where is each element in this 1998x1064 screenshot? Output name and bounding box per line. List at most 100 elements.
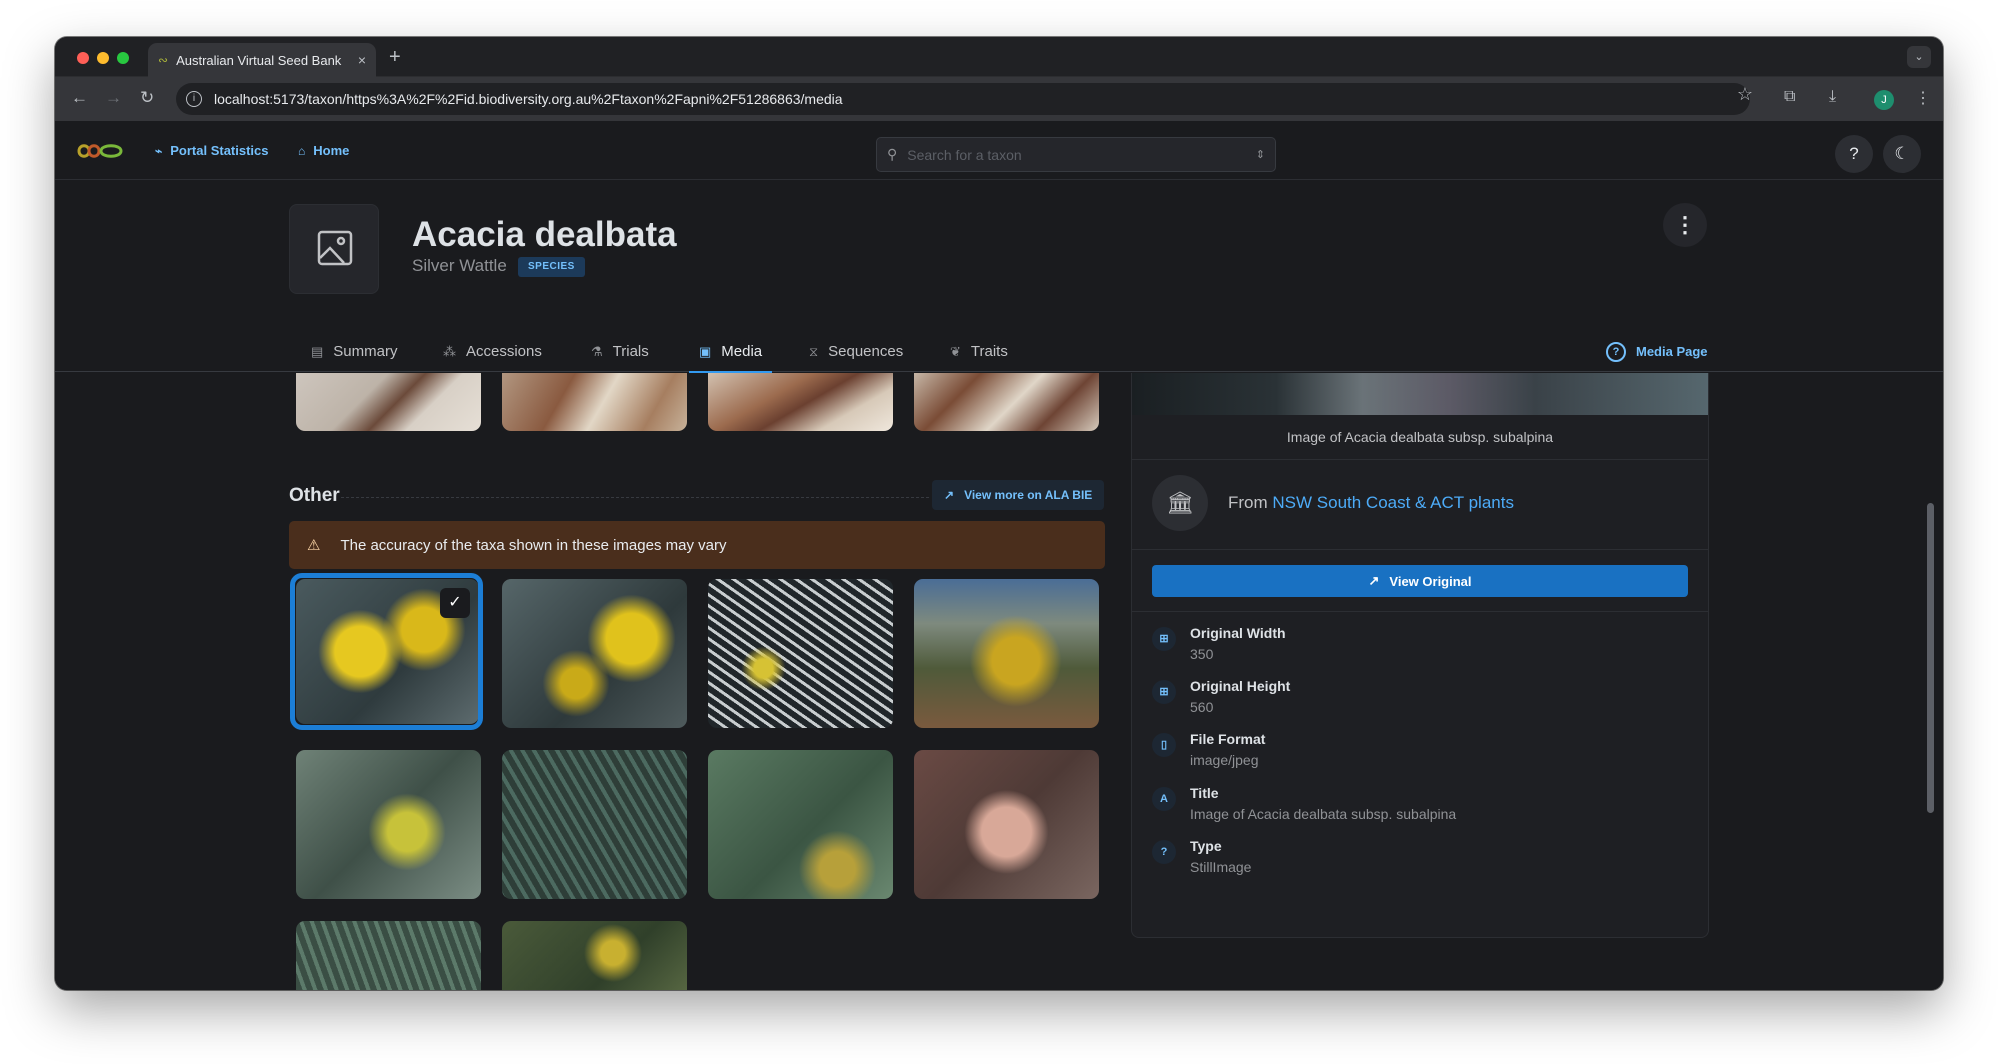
help-button[interactable]: ?: [1835, 135, 1873, 173]
minimize-window-button[interactable]: [97, 52, 109, 64]
extensions-icon[interactable]: ⧉: [1784, 88, 1795, 106]
browser-tab-title: Australian Virtual Seed Bank: [176, 52, 342, 68]
portal-statistics-label: Portal Statistics: [170, 143, 269, 158]
tab-traits-label: Traits: [970, 343, 1008, 360]
bookmark-star-icon[interactable]: ☆: [1737, 84, 1753, 105]
image-placeholder-icon: [317, 230, 353, 266]
media-thumbnail[interactable]: [296, 373, 481, 431]
media-thumbnail[interactable]: [296, 750, 481, 899]
app-header: ⌁ Portal Statistics ⌂ Home ⚲ Search for …: [55, 123, 1943, 180]
media-thumbnail[interactable]: [914, 750, 1099, 899]
media-thumbnail[interactable]: [502, 921, 687, 990]
maximize-window-button[interactable]: [117, 52, 129, 64]
taxon-search-input[interactable]: ⚲ Search for a taxon ⇕: [876, 137, 1276, 172]
forward-icon[interactable]: →: [105, 88, 122, 108]
browser-window: ∾ Australian Virtual Seed Bank × + ⌄ ← →…: [55, 37, 1943, 990]
panel-divider: [1132, 611, 1708, 612]
taxon-name: Acacia dealbata: [412, 215, 677, 254]
summary-icon: ▤: [311, 343, 324, 359]
rank-badge: SPECIES: [518, 257, 585, 277]
view-original-button[interactable]: ↗ View Original: [1152, 565, 1688, 597]
media-source: 🏛 From NSW South Coast & ACT plants: [1132, 460, 1708, 550]
property-value: Image of Acacia dealbata subsp. subalpin…: [1190, 806, 1457, 822]
traits-icon: ❦: [950, 343, 961, 359]
tab-media[interactable]: ▣ Media: [689, 331, 773, 373]
media-thumbnail[interactable]: [914, 373, 1099, 431]
tab-accessions-label: Accessions: [466, 343, 542, 360]
section-divider: [341, 497, 929, 498]
app-root: ⌁ Portal Statistics ⌂ Home ⚲ Search for …: [55, 123, 1943, 990]
home-link[interactable]: ⌂ Home: [298, 143, 349, 158]
new-tab-button[interactable]: +: [389, 46, 401, 69]
close-window-button[interactable]: [77, 52, 89, 64]
tab-sequences[interactable]: ⧖ Sequences: [799, 331, 913, 372]
view-original-label: View Original: [1389, 573, 1472, 589]
search-icon: ⚲: [887, 146, 898, 162]
tab-traits[interactable]: ❦ Traits: [940, 331, 1018, 372]
media-page-label: Media Page: [1636, 344, 1708, 359]
address-bar-row: ← → ↻ i localhost:5173/taxon/https%3A%2F…: [55, 77, 1943, 122]
property-label: Original Width: [1190, 625, 1286, 641]
taxon-tabs: ▤ Summary ⁂ Accessions ⚗ Trials ▣ Media …: [55, 331, 1943, 373]
media-content: Other ↗ View more on ALA BIE ⚠ The accur…: [55, 373, 1943, 990]
trials-icon: ⚗: [591, 343, 603, 359]
media-thumbnail[interactable]: [708, 750, 893, 899]
browser-tab[interactable]: ∾ Australian Virtual Seed Bank ×: [148, 43, 376, 77]
accessions-icon: ⁂: [443, 343, 456, 359]
tab-search-icon[interactable]: ⌄: [1907, 46, 1931, 68]
media-thumbnail[interactable]: [502, 750, 687, 899]
question-icon: ?: [1152, 840, 1176, 864]
taxon-common-name: Silver Wattle: [412, 256, 507, 275]
title-icon: A: [1152, 787, 1176, 811]
portal-statistics-link[interactable]: ⌁ Portal Statistics: [155, 143, 269, 158]
tab-trials-label: Trials: [612, 343, 649, 360]
reload-icon[interactable]: ↻: [140, 88, 154, 108]
dimension-icon: ⊞: [1152, 680, 1176, 704]
media-thumbnail[interactable]: [708, 579, 893, 728]
accuracy-warning: ⚠ The accuracy of the taxa shown in thes…: [289, 521, 1105, 569]
tab-close-icon[interactable]: ×: [358, 52, 366, 68]
tab-trials[interactable]: ⚗ Trials: [581, 331, 659, 372]
address-bar[interactable]: i localhost:5173/taxon/https%3A%2F%2Fid.…: [176, 83, 1750, 115]
media-caption: Image of Acacia dealbata subsp. subalpin…: [1132, 415, 1708, 460]
dimension-icon: ⊞: [1152, 627, 1176, 651]
view-more-ala-button[interactable]: ↗ View more on ALA BIE: [932, 480, 1105, 510]
question-circle-icon: ?: [1606, 341, 1626, 362]
page-scrollbar[interactable]: [1927, 503, 1934, 813]
app-logo-icon[interactable]: [77, 141, 123, 161]
chart-icon: ⌁: [155, 143, 163, 158]
source-link[interactable]: NSW South Coast & ACT plants: [1272, 493, 1514, 512]
media-thumbnail[interactable]: [708, 373, 893, 431]
browser-menu-icon[interactable]: ⋮: [1915, 88, 1931, 108]
tab-summary[interactable]: ▤ Summary: [301, 331, 407, 372]
media-icon: ▣: [699, 343, 712, 359]
profile-avatar[interactable]: J: [1874, 90, 1894, 110]
url-text: localhost:5173/taxon/https%3A%2F%2Fid.bi…: [214, 91, 843, 107]
file-icon: ▯: [1152, 733, 1176, 757]
check-icon: ✓: [440, 588, 470, 618]
back-icon[interactable]: ←: [71, 88, 88, 108]
download-icon[interactable]: ⤓: [1829, 88, 1836, 106]
media-page-link[interactable]: ? Media Page: [1606, 331, 1708, 372]
dark-mode-toggle-icon[interactable]: ☾: [1883, 135, 1921, 173]
media-thumbnail[interactable]: [296, 921, 481, 990]
media-thumbnail[interactable]: [502, 373, 687, 431]
site-info-icon[interactable]: i: [186, 91, 202, 107]
property-label: Original Height: [1190, 678, 1291, 694]
selected-media-preview: [1132, 373, 1708, 415]
home-label: Home: [313, 143, 350, 158]
source-text: From NSW South Coast & ACT plants: [1228, 493, 1514, 513]
media-thumbnail[interactable]: [502, 579, 687, 728]
sequences-icon: ⧖: [809, 343, 819, 359]
more-options-icon[interactable]: ⋮: [1663, 203, 1707, 247]
property-value: StillImage: [1190, 859, 1252, 875]
property-label: File Format: [1190, 731, 1266, 747]
tab-accessions[interactable]: ⁂ Accessions: [433, 331, 552, 372]
external-link-icon: ↗: [1368, 573, 1380, 588]
property-value: image/jpeg: [1190, 752, 1259, 768]
other-section-title: Other: [289, 485, 340, 506]
media-thumbnail[interactable]: [914, 579, 1099, 728]
warning-text: The accuracy of the taxa shown in these …: [340, 536, 727, 554]
tab-summary-label: Summary: [333, 343, 398, 360]
property-label: Title: [1190, 785, 1219, 801]
